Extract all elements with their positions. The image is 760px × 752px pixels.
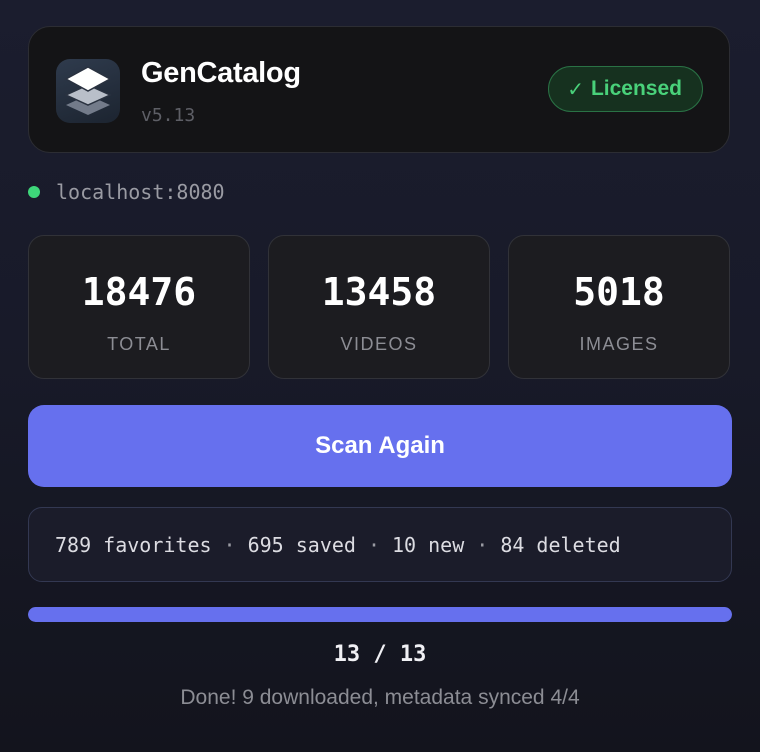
checkmark-icon: ✓ [567,78,584,101]
progress-bar-fill [28,607,732,622]
summary-separator: · [476,532,489,557]
license-badge: ✓ Licensed [548,66,703,112]
server-host: localhost:8080 [56,180,225,204]
app-title: GenCatalog [141,57,301,89]
status-message: Done! 9 downloaded, metadata synced 4/4 [180,686,580,709]
server-status-dot [28,186,40,198]
stat-label-images: IMAGES [579,334,659,354]
new-count: 10 new [392,532,465,557]
stat-card-images: 5018 IMAGES [508,235,730,379]
server-status: localhost:8080 [28,180,225,204]
progress-bar [28,607,732,622]
stat-card-total: 18476 TOTAL [28,235,250,379]
stat-label-videos: VIDEOS [340,334,418,354]
summary-box: 789 favorites · 695 saved · 10 new · 84 … [28,507,732,582]
stat-value-images: 5018 [573,270,665,314]
app-header-card: GenCatalog v5.13 ✓ Licensed [28,26,730,153]
app-version: v5.13 [141,105,196,126]
scan-again-button[interactable]: Scan Again [28,405,732,487]
stat-value-total: 18476 [81,270,197,314]
license-label: Licensed [590,77,682,100]
stacked-layers-icon [56,59,120,123]
stat-value-videos: 13458 [321,270,437,314]
summary-separator: · [367,532,381,557]
saved-count: 695 saved [247,532,356,557]
favorites-count: 789 favorites [55,532,212,557]
progress-count: 13 / 13 [333,642,427,667]
stat-card-videos: 13458 VIDEOS [268,235,490,379]
stat-label-total: TOTAL [107,334,171,354]
summary-separator: · [223,532,236,557]
deleted-count: 84 deleted [500,532,621,557]
